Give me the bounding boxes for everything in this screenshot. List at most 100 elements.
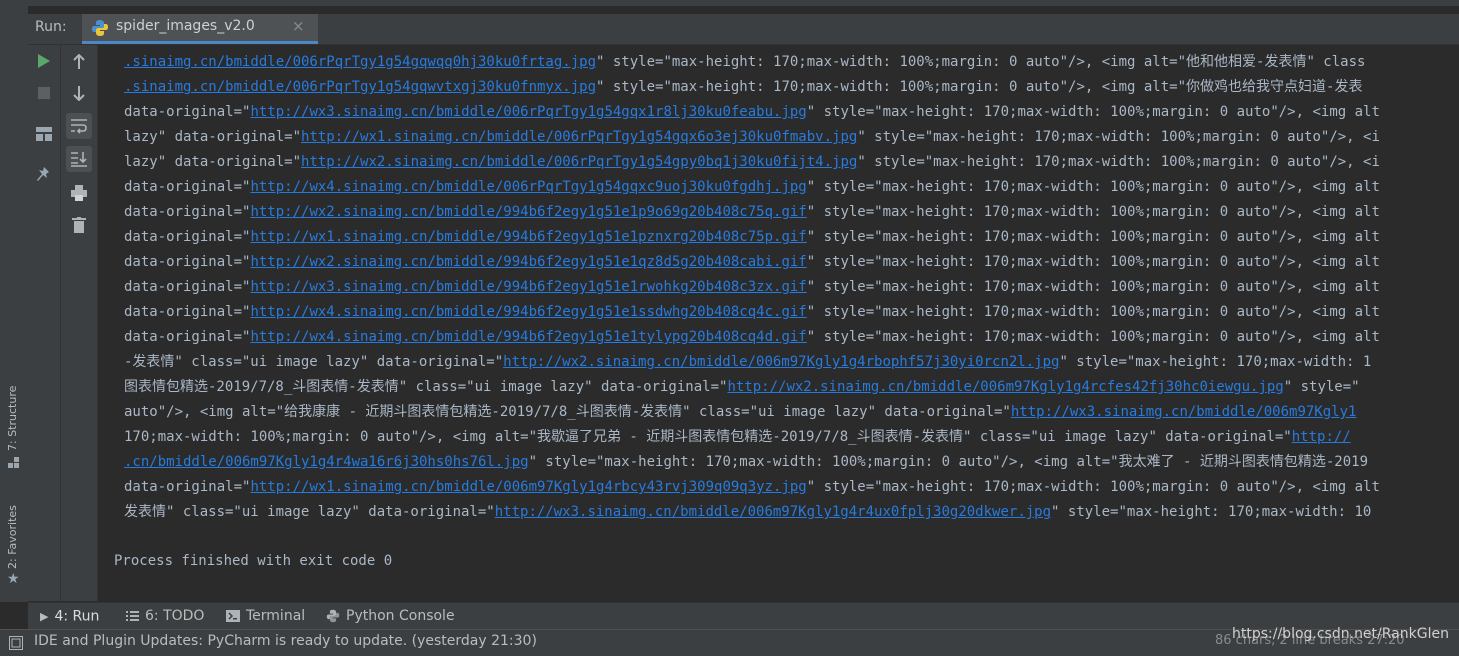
console-text: " style="max-height: 170;max-width: 100%…: [596, 79, 1363, 95]
soft-wrap-icon: [71, 119, 87, 134]
console-line: data-original="http://wx4.sinaimg.cn/bmi…: [124, 302, 1380, 322]
console-line: data-original="http://wx3.sinaimg.cn/bmi…: [124, 102, 1380, 122]
console-text: 图表情包精选-2019/7/8_斗图表情-发表情" class="ui imag…: [124, 379, 728, 395]
console-url-link[interactable]: .sinaimg.cn/bmiddle/006rPqrTgy1g54gqwqq0…: [124, 54, 596, 70]
console-url-link[interactable]: http://wx1.sinaimg.cn/bmiddle/994b6f2egy…: [250, 229, 806, 245]
console-text: 170;max-width: 100%;margin: 0 auto"/>, <…: [124, 429, 1292, 445]
console-url-link[interactable]: http://wx3.sinaimg.cn/bmiddle/006m97Kgly…: [495, 504, 1051, 520]
console-url-link[interactable]: .cn/bmiddle/006m97Kgly1g4r4wa16r6j30hs0h…: [124, 454, 529, 470]
console-text: " style="max-height: 170;max-width: 100%…: [806, 179, 1380, 195]
console-text: data-original=": [124, 479, 251, 495]
up-arrow-icon[interactable]: [72, 54, 86, 70]
console-line: 图表情包精选-2019/7/8_斗图表情-发表情" class="ui imag…: [124, 377, 1360, 397]
console-text: " style=": [1283, 379, 1360, 395]
console-text: " style="max-height: 170;max-width: 100%…: [806, 329, 1380, 345]
console-text: " style="max-height: 170;max-width: 1: [1059, 354, 1372, 370]
console-text: data-original=": [124, 279, 251, 295]
console-text: " style="max-height: 170;max-width: 100%…: [806, 204, 1380, 220]
console-line: data-original="http://wx3.sinaimg.cn/bmi…: [124, 277, 1380, 297]
console-url-link[interactable]: http://wx4.sinaimg.cn/bmiddle/994b6f2egy…: [250, 304, 806, 320]
tab-run[interactable]: ▶ 4: Run: [40, 603, 99, 630]
soft-wrap-button[interactable]: [66, 113, 92, 139]
console-text: auto"/>, <img alt="给我康康 - 近期斗图表情包精选-2019…: [124, 404, 1011, 420]
console-url-link[interactable]: http://wx3.sinaimg.cn/bmiddle/994b6f2egy…: [250, 279, 806, 295]
run-toolbar-primary: [28, 45, 61, 601]
process-exit-message: Process finished with exit code 0: [114, 553, 393, 569]
window-top-edge: [0, 0, 1459, 7]
console-line: 发表情" class="ui image lazy" data-original…: [124, 502, 1371, 522]
trash-icon[interactable]: [72, 217, 86, 233]
console-url-link[interactable]: http://wx2.sinaimg.cn/bmiddle/994b6f2egy…: [250, 254, 806, 270]
console-url-link[interactable]: http://wx3.sinaimg.cn/bmiddle/006m97Kgly…: [1011, 404, 1357, 420]
console-url-link[interactable]: http://wx2.sinaimg.cn/bmiddle/006m97Kgly…: [503, 354, 1059, 370]
tab-todo[interactable]: 6: TODO: [126, 603, 204, 630]
console-url-link[interactable]: http://: [1292, 429, 1351, 445]
run-config-tab[interactable]: spider_images_v2.0 ×: [82, 14, 318, 44]
console-text: " style="max-height: 170;max-width: 100%…: [596, 54, 1366, 70]
tab-terminal-label: Terminal: [246, 608, 306, 624]
watermark: https://blog.csdn.net/RankGlen: [1232, 626, 1449, 642]
tool-window-toggle-icon[interactable]: [9, 636, 23, 650]
console-text: 发表情" class="ui image lazy" data-original…: [124, 504, 495, 520]
console-text: " style="max-height: 170;max-width: 100%…: [806, 304, 1380, 320]
console-text: " style="max-height: 170;max-width: 100%…: [857, 129, 1380, 145]
console-text: " style="max-height: 170;max-width: 100%…: [806, 229, 1380, 245]
console-text: -发表情" class="ui image lazy" data-origina…: [124, 354, 504, 370]
tab-terminal[interactable]: Terminal: [226, 603, 305, 630]
console-text: data-original=": [124, 329, 251, 345]
print-icon[interactable]: [71, 185, 87, 201]
console-text: lazy" data-original=": [124, 129, 302, 145]
status-message[interactable]: IDE and Plugin Updates: PyCharm is ready…: [34, 633, 537, 649]
console-url-link[interactable]: http://wx3.sinaimg.cn/bmiddle/006rPqrTgy…: [250, 104, 806, 120]
console-url-link[interactable]: http://wx2.sinaimg.cn/bmiddle/006rPqrTgy…: [301, 154, 857, 170]
console-text: data-original=": [124, 254, 251, 270]
scroll-to-end-icon: [71, 152, 87, 167]
tab-python-console[interactable]: Python Console: [326, 603, 455, 630]
console-text: data-original=": [124, 104, 251, 120]
console-url-link[interactable]: http://wx4.sinaimg.cn/bmiddle/006rPqrTgy…: [250, 179, 806, 195]
console-url-link[interactable]: .sinaimg.cn/bmiddle/006rPqrTgy1g54gqwvtx…: [124, 79, 596, 95]
console-url-link[interactable]: http://wx1.sinaimg.cn/bmiddle/006m97Kgly…: [250, 479, 806, 495]
run-label: Run:: [35, 19, 67, 35]
console-url-link[interactable]: http://wx4.sinaimg.cn/bmiddle/994b6f2egy…: [250, 329, 806, 345]
left-tool-strip: 7: Structure 2: Favorites ★: [0, 6, 29, 602]
run-tab-title: spider_images_v2.0: [116, 18, 255, 34]
restore-layout-icon[interactable]: [36, 127, 52, 141]
console-line: .sinaimg.cn/bmiddle/006rPqrTgy1g54gqwvtx…: [124, 77, 1362, 97]
console-text: data-original=": [124, 204, 251, 220]
python-icon: [92, 20, 108, 36]
console-line: .sinaimg.cn/bmiddle/006rPqrTgy1g54gqwqq0…: [124, 52, 1365, 72]
favorites-side-tab[interactable]: 2: Favorites ★: [2, 493, 26, 593]
tab-todo-label: 6: TODO: [145, 608, 205, 624]
console-url-link[interactable]: http://wx2.sinaimg.cn/bmiddle/994b6f2egy…: [250, 204, 806, 220]
console-line: data-original="http://wx4.sinaimg.cn/bmi…: [124, 327, 1380, 347]
structure-icon: [8, 457, 19, 468]
console-line: data-original="http://wx1.sinaimg.cn/bmi…: [124, 227, 1380, 247]
console-text: " style="max-height: 170;max-width: 100%…: [857, 154, 1380, 170]
console-url-link[interactable]: http://wx2.sinaimg.cn/bmiddle/006m97Kgly…: [727, 379, 1283, 395]
structure-side-tab-label: 7: Structure: [6, 385, 19, 451]
play-icon: ▶: [40, 610, 49, 623]
close-tab-icon[interactable]: ×: [292, 17, 305, 35]
console-line: auto"/>, <img alt="给我康康 - 近期斗图表情包精选-2019…: [124, 402, 1356, 422]
rerun-icon[interactable]: [37, 53, 51, 69]
structure-side-tab[interactable]: 7: Structure: [2, 371, 26, 471]
todo-list-icon: [126, 611, 139, 621]
console-text: " style="max-height: 170;max-width: 100%…: [806, 479, 1380, 495]
favorites-side-tab-label: 2: Favorites: [6, 505, 19, 569]
console-text: " style="max-height: 170;max-width: 100%…: [806, 279, 1380, 295]
console-line: data-original="http://wx1.sinaimg.cn/bmi…: [124, 477, 1380, 497]
pin-icon[interactable]: [37, 167, 51, 183]
console-text: " style="max-height: 170;max-width: 10: [1051, 504, 1372, 520]
console-output[interactable]: .sinaimg.cn/bmiddle/006rPqrTgy1g54gqwqq0…: [98, 45, 1459, 601]
console-text: " style="max-height: 170;max-width: 100%…: [528, 454, 1369, 470]
down-arrow-icon[interactable]: [72, 85, 86, 101]
console-line: data-original="http://wx2.sinaimg.cn/bmi…: [124, 252, 1380, 272]
stop-icon[interactable]: [38, 87, 50, 99]
scroll-to-end-button[interactable]: [66, 146, 92, 172]
console-url-link[interactable]: http://wx1.sinaimg.cn/bmiddle/006rPqrTgy…: [301, 129, 857, 145]
console-line: data-original="http://wx4.sinaimg.cn/bmi…: [124, 177, 1380, 197]
console-text: lazy" data-original=": [124, 154, 302, 170]
console-line: 170;max-width: 100%;margin: 0 auto"/>, <…: [124, 427, 1351, 447]
run-toolbar-secondary: [61, 45, 98, 601]
